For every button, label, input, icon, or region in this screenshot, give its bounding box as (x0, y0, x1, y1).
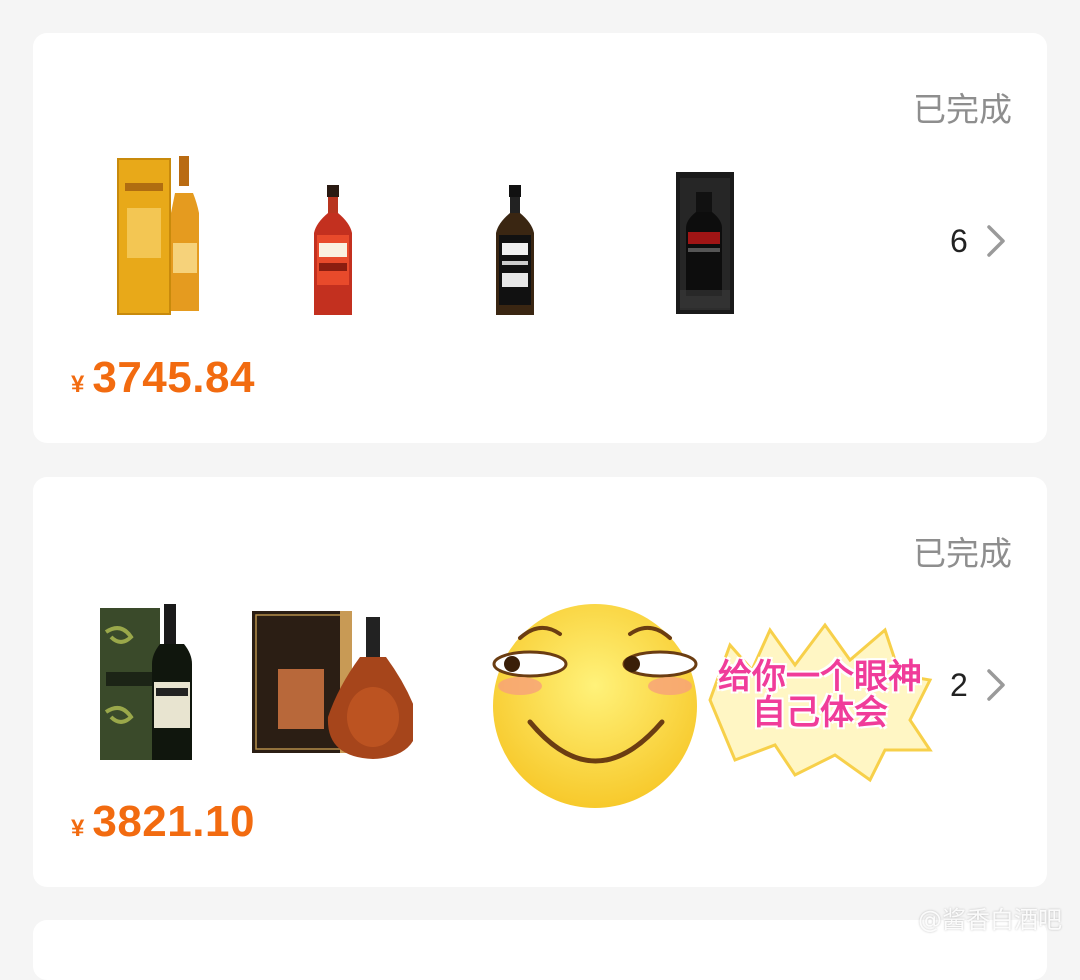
price-value: 3821.10 (92, 797, 255, 846)
sticker-caption: 给你一个眼神 自己体会 (705, 660, 935, 731)
order-total: ¥3745.84 (71, 353, 255, 403)
emoji-sticker: 给你一个眼神 自己体会 (490, 600, 940, 815)
order-status: 已完成 (913, 83, 1012, 131)
chevron-right-icon[interactable] (981, 665, 1011, 705)
sticker-line-2: 自己体会 (705, 696, 935, 732)
jack-daniels-fire-bottle-icon[interactable] (293, 173, 373, 318)
ardbeg-bottle-icon[interactable] (93, 597, 203, 762)
order-card[interactable]: 已完成 (33, 33, 1047, 443)
watermark: @酱香白酒吧 (918, 900, 1062, 935)
hennessy-xo-bottle-icon[interactable] (248, 603, 413, 763)
item-count: 6 (950, 223, 968, 260)
currency-symbol: ¥ (71, 815, 84, 842)
currency-symbol: ¥ (71, 371, 84, 398)
price-value: 3745.84 (92, 353, 255, 402)
order-total: ¥3821.10 (71, 797, 255, 847)
dark-gift-box-bottle-icon[interactable] (658, 163, 753, 318)
jack-daniels-bottle-icon[interactable] (475, 173, 555, 318)
chevron-right-icon[interactable] (981, 221, 1011, 261)
order-status: 已完成 (913, 527, 1012, 575)
sticker-line-1: 给你一个眼神 (705, 660, 935, 696)
item-count: 2 (950, 667, 968, 704)
glenmorangie-bottle-icon[interactable] (98, 153, 228, 318)
order-card[interactable] (33, 920, 1047, 980)
